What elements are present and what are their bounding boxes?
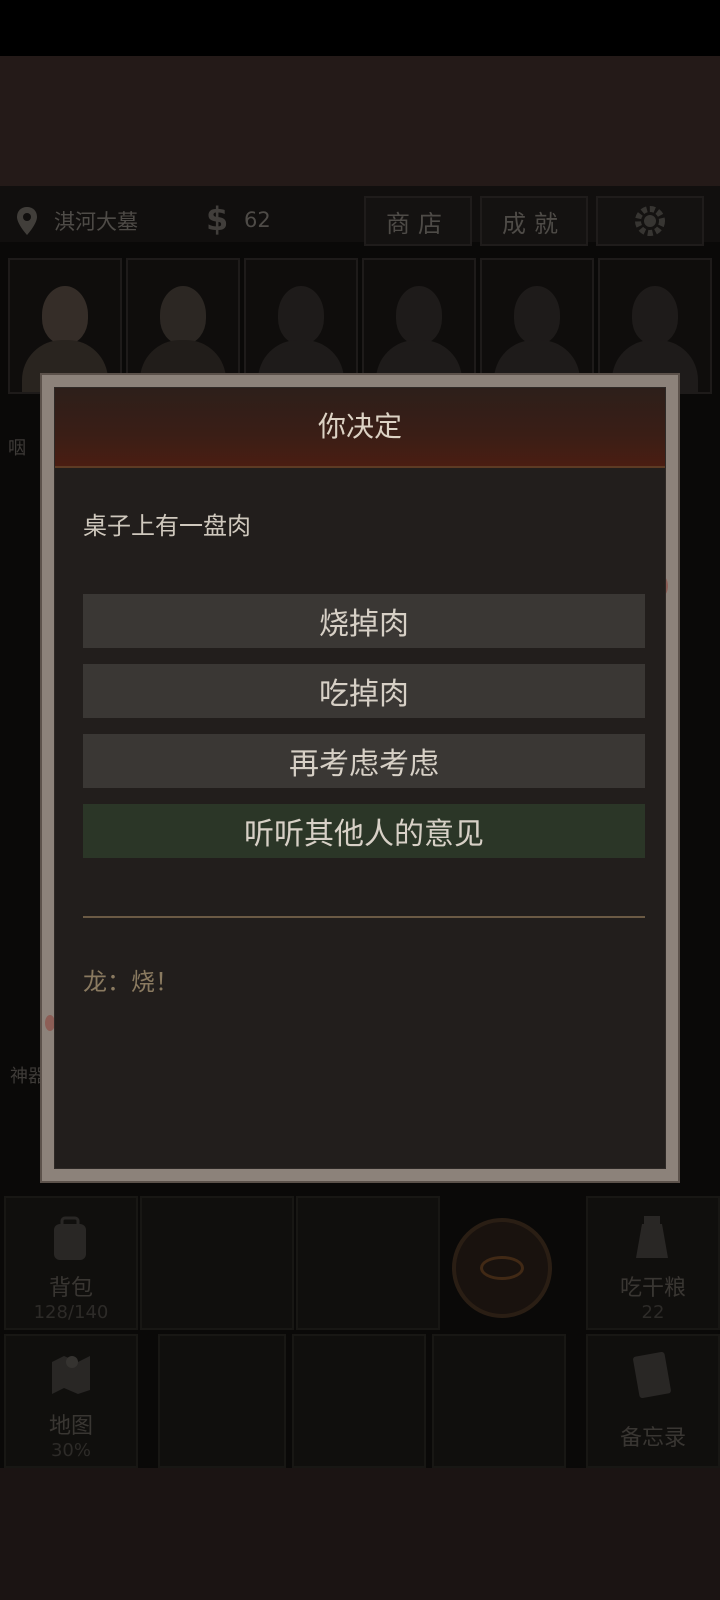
dialog-panel: 你决定 桌子上有一盘肉 烧掉肉 吃掉肉 再考虑考虑 听听其他人的意见 龙：烧！: [54, 387, 666, 1169]
companion-reply: 龙：烧！: [83, 968, 179, 996]
choice-reconsider-button[interactable]: 再考虑考虑: [83, 734, 645, 788]
dialog-title: 你决定: [317, 410, 402, 443]
decision-dialog: 你决定 桌子上有一盘肉 烧掉肉 吃掉肉 再考虑考虑 听听其他人的意见 龙：烧！: [40, 373, 680, 1183]
choice-eat-meat-button[interactable]: 吃掉肉: [83, 664, 645, 718]
system-status-bar: [0, 0, 720, 56]
dialog-prompt: 桌子上有一盘肉: [83, 512, 251, 540]
dialog-divider: [83, 916, 645, 918]
bottom-letterbox: [0, 1468, 720, 1600]
top-letterbox: [0, 56, 720, 186]
choice-burn-meat-button[interactable]: 烧掉肉: [83, 594, 645, 648]
choice-ask-others-button[interactable]: 听听其他人的意见: [83, 804, 645, 858]
